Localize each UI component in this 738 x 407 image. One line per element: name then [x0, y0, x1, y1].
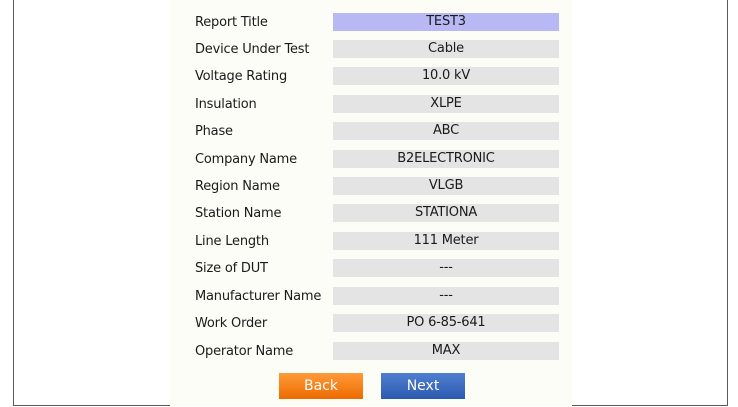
report-title-label: Report Title — [195, 15, 268, 30]
manufacturer-name-label: Manufacturer Name — [195, 289, 322, 304]
form-row-line-length: Line Length 111 Meter — [170, 230, 572, 257]
form-row-operator-name: Operator Name MAX — [170, 340, 572, 367]
form-row-manufacturer-name: Manufacturer Name --- — [170, 285, 572, 312]
form-row-device-under-test: Device Under Test Cable — [170, 38, 572, 65]
line-length-field[interactable]: 111 Meter — [333, 232, 559, 250]
form-row-insulation: Insulation XLPE — [170, 93, 572, 120]
station-name-label: Station Name — [195, 206, 282, 221]
next-button[interactable]: Next — [381, 373, 465, 399]
size-of-dut-field[interactable]: --- — [333, 259, 559, 277]
manufacturer-name-field[interactable]: --- — [333, 287, 559, 305]
station-name-field[interactable]: STATIONA — [333, 204, 559, 222]
form-row-company-name: Company Name B2ELECTRONIC — [170, 148, 572, 175]
operator-name-field[interactable]: MAX — [333, 342, 559, 360]
form-row-phase: Phase ABC — [170, 120, 572, 147]
voltage-rating-field[interactable]: 10.0 kV — [333, 67, 559, 85]
device-under-test-field[interactable]: Cable — [333, 40, 559, 58]
operator-name-label: Operator Name — [195, 344, 294, 359]
report-info-form: Report Title TEST3 Device Under Test Cab… — [170, 0, 572, 406]
phase-field[interactable]: ABC — [333, 122, 559, 140]
region-name-label: Region Name — [195, 179, 280, 194]
device-under-test-label: Device Under Test — [195, 42, 310, 57]
form-row-report-title: Report Title TEST3 — [170, 11, 572, 38]
insulation-field[interactable]: XLPE — [333, 95, 559, 113]
work-order-field[interactable]: PO 6-85-641 — [333, 314, 559, 332]
insulation-label: Insulation — [195, 97, 257, 112]
form-row-station-name: Station Name STATIONA — [170, 202, 572, 229]
company-name-label: Company Name — [195, 152, 297, 167]
form-row-region-name: Region Name VLGB — [170, 175, 572, 202]
voltage-rating-label: Voltage Rating — [195, 69, 288, 84]
window-frame: Report Title TEST3 Device Under Test Cab… — [13, 0, 728, 406]
form-row-voltage-rating: Voltage Rating 10.0 kV — [170, 65, 572, 92]
back-button[interactable]: Back — [279, 373, 363, 399]
report-title-field[interactable]: TEST3 — [333, 13, 559, 31]
size-of-dut-label: Size of DUT — [195, 261, 268, 276]
form-row-work-order: Work Order PO 6-85-641 — [170, 312, 572, 339]
phase-label: Phase — [195, 124, 233, 139]
form-row-size-of-dut: Size of DUT --- — [170, 257, 572, 284]
region-name-field[interactable]: VLGB — [333, 177, 559, 195]
line-length-label: Line Length — [195, 234, 269, 249]
work-order-label: Work Order — [195, 316, 267, 331]
company-name-field[interactable]: B2ELECTRONIC — [333, 150, 559, 168]
